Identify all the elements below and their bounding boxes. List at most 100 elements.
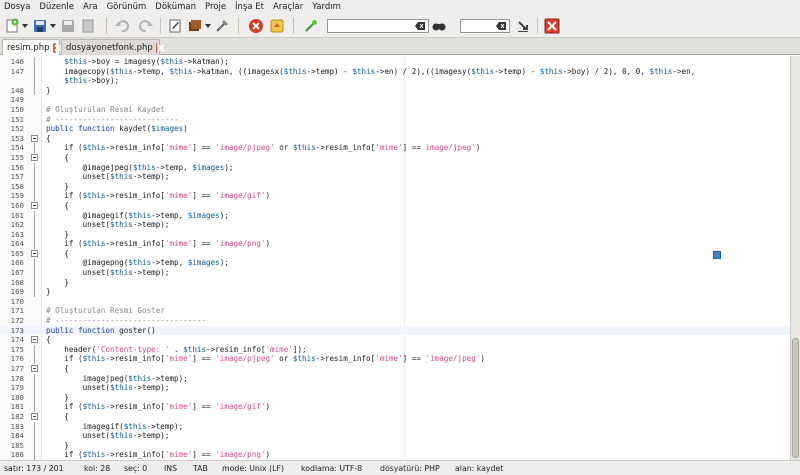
code-line[interactable]: 154 if ($this->resim_info['mime'] == 'im… [0,143,790,153]
code-line[interactable]: 173 public function goster() [0,325,790,336]
menu-duzenle[interactable]: Düzenle [39,0,74,14]
fold-toggle-icon[interactable] [31,412,38,420]
jump-to-line-icon[interactable] [515,18,531,34]
code-line[interactable]: 157 unset($this->temp); [0,172,790,182]
menu-ara[interactable]: Ara [83,0,98,14]
code-line[interactable]: 155 { [0,153,790,163]
compile-icon[interactable] [187,18,203,34]
code-token: image/jpeg' [425,143,476,153]
code-line[interactable]: 177 { [0,364,790,374]
code-line[interactable]: 175 header('Content-type: ' . $this->res… [0,344,790,355]
code-token: ); [224,162,234,172]
code-line[interactable]: 152 public function kaydet($images) [0,124,790,134]
close-icon[interactable] [52,42,56,53]
line-number: 161 [10,210,24,220]
new-file-icon[interactable] [4,18,20,34]
code-line[interactable]: 186 if ($this->resim_info['mime'] == 'im… [0,450,790,460]
line-number: 157 [10,172,24,182]
menu-gorunum[interactable]: Görünüm [107,0,147,14]
code-line[interactable]: 160 { [0,201,790,211]
code-editor[interactable]: 146 $this->boy = imagesy($this->katman);… [0,56,790,460]
code-line[interactable]: 176 if ($this->resim_info['mime'] == 'im… [0,354,790,364]
code-line[interactable]: 147 imagecopy($this->temp, $this->katman… [0,66,790,77]
code-line[interactable]: 182 { [0,412,790,422]
code-token: ] == [402,354,426,364]
code-line[interactable]: 165 { [0,249,790,259]
code-line[interactable]: 180 } [0,392,790,403]
compile-dropdown-icon[interactable] [205,24,211,28]
menu-insa-et[interactable]: İnşa Et [235,0,264,14]
code-line[interactable]: 181 if ($this->resim_info['mime'] == 'im… [0,402,790,412]
save-icon[interactable] [32,18,48,34]
fold-toggle-icon[interactable] [31,201,38,209]
build-icon[interactable] [214,18,230,34]
undo-icon[interactable] [114,18,130,34]
new-file-dropdown-icon[interactable] [22,24,28,28]
code-token: ->boy) / 2), 0, 0, [562,66,650,76]
preferences-icon[interactable] [269,18,285,34]
code-line[interactable]: 171 # Oluşturulan Resmi Goster [0,306,790,316]
code-line[interactable]: 184 unset($this->temp); [0,431,790,441]
fold-toggle-icon[interactable] [31,249,38,257]
code-line[interactable]: 150 # Oluşturulan Resmi Kaydet [0,105,790,115]
fold-toggle-icon[interactable] [31,134,38,142]
fold-guide [34,258,35,269]
code-token: ->resim_info[ [105,450,165,460]
menu-araclar[interactable]: Araçlar [273,0,303,14]
stop-icon[interactable] [248,18,264,34]
menu-yardim[interactable]: Yardım [312,0,341,14]
code-line[interactable]: 183 imagegif($this->temp); [0,421,790,432]
save-dropdown-icon[interactable] [50,24,56,28]
status-line-ending: mode: Unix (LF) [222,464,285,473]
line-number: 172 [10,316,24,326]
tab-resim-php[interactable]: resim.php [2,39,60,55]
line-number: 162 [10,220,24,230]
code-line[interactable]: 151 # --------------------------- [0,115,790,125]
quit-icon[interactable] [544,18,560,34]
code-line[interactable]: 146 $this->boy = imagesy($this->katman); [0,57,790,67]
code-line[interactable]: 153 { [0,134,790,144]
code-text: header('Content-type: ' . $this->resim_i… [46,345,306,355]
close-file-icon[interactable] [80,18,96,34]
search-input[interactable] [327,19,429,33]
code-line[interactable]: 148} [0,85,790,96]
code-line[interactable]: 167 unset($this->temp); [0,268,790,278]
code-line[interactable]: 164 if ($this->resim_info['mime'] == 'im… [0,239,790,249]
fold-toggle-icon[interactable] [31,336,38,344]
code-line[interactable]: $this->boy); [0,76,790,86]
vertical-scrollbar[interactable] [790,56,800,460]
fold-toggle-icon[interactable] [31,365,38,372]
code-line[interactable]: 166 @imagepng($this->temp, $images); [0,258,790,269]
code-line[interactable]: 170 [0,297,790,307]
code-line[interactable]: 162 unset($this->temp); [0,220,790,230]
code-token: $images [151,124,184,134]
code-line[interactable]: 159 if ($this->resim_info['mime'] == 'im… [0,191,790,201]
code-line[interactable]: 179 unset($this->temp); [0,383,790,393]
code-text: } [46,393,69,403]
scroll-thumb[interactable] [792,338,799,458]
code-line[interactable]: 174 { [0,335,790,345]
code-line[interactable]: 149 [0,95,790,105]
menu-proje[interactable]: Proje [205,0,226,14]
open-file-icon[interactable] [167,18,183,34]
color-picker-icon[interactable] [303,18,319,34]
menu-dokuman[interactable]: Döküman [155,0,196,14]
code-line[interactable]: 178 imagejpeg($this->temp); [0,373,790,384]
code-line[interactable]: 169} [0,287,790,297]
menu-dosya[interactable]: Dosya [4,0,30,14]
toolbar-separator [160,18,161,34]
redo-icon[interactable] [138,18,154,34]
save-all-icon[interactable] [60,18,76,34]
code-line[interactable]: 163 } [0,229,790,240]
tab-dosyayonetfonk-php[interactable]: dosyayonetfonk.php [61,39,160,55]
code-line[interactable]: 156 @imagejpeg($this->temp, $images); [0,162,790,173]
fold-toggle-icon[interactable] [31,153,38,161]
clear-search-icon[interactable] [415,21,425,31]
clear-line-icon[interactable] [496,21,506,31]
code-line[interactable]: 168 } [0,277,790,288]
code-line[interactable]: 158 } [0,181,790,192]
search-icon[interactable] [431,18,447,34]
code-line[interactable]: 161 @imagegif($this->temp, $images); [0,210,790,221]
code-line[interactable]: 172 # --------------------------------- [0,316,790,326]
code-line[interactable]: 185 } [0,440,790,451]
